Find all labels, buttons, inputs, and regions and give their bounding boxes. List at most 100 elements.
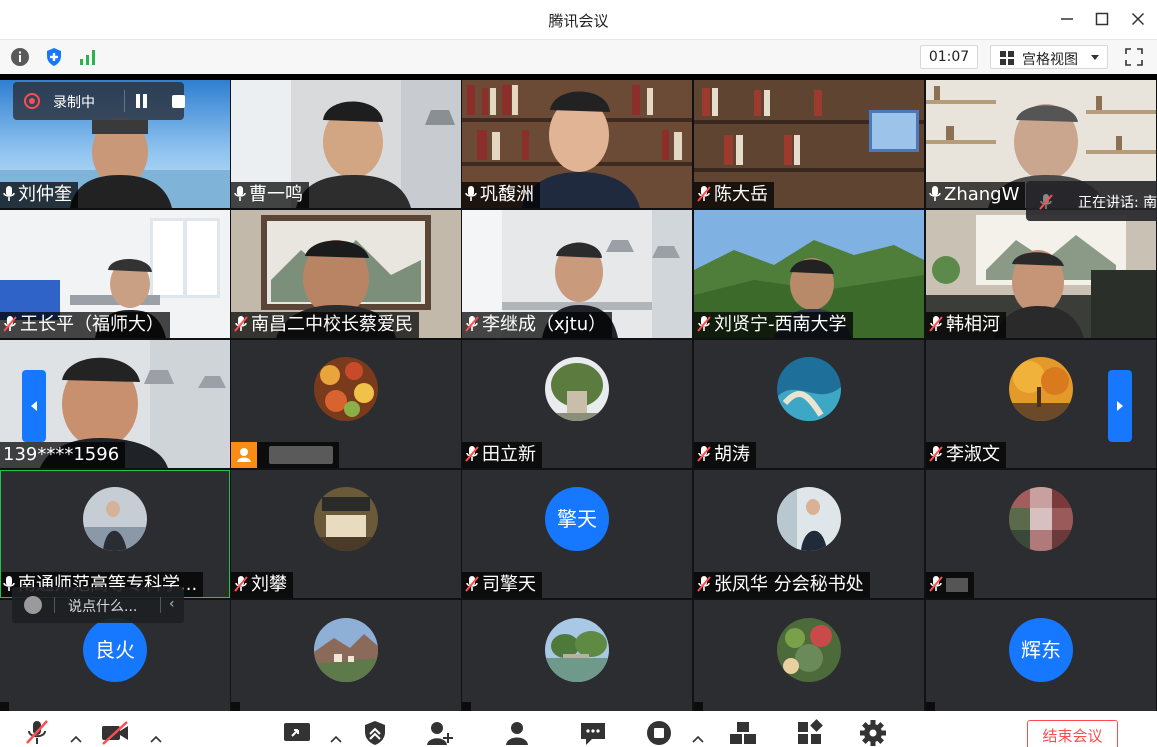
microphone-muted-icon <box>465 574 479 598</box>
video-tile[interactable]: 王长平（福师大） <box>0 210 230 338</box>
stop-video-button[interactable] <box>100 719 130 747</box>
video-tile[interactable]: 南昌二中校长蔡爱民 <box>231 210 461 338</box>
speaking-label: 正在讲话: 南 <box>1078 195 1157 211</box>
microphone-muted-icon <box>929 444 943 468</box>
microphone-muted-icon <box>465 314 479 338</box>
microphone-icon <box>3 184 15 208</box>
grid-view-icon <box>1000 51 1014 65</box>
microphone-muted-icon <box>1038 193 1054 215</box>
participant-avatar <box>1009 357 1073 421</box>
avatar-tile[interactable] <box>231 600 461 711</box>
layout-button[interactable] <box>728 719 758 747</box>
participant-name-tag <box>462 702 471 711</box>
blurred-name <box>946 578 968 592</box>
participant-name-tag: 张凤华 分会秘书处 <box>694 572 870 598</box>
divider <box>160 597 161 613</box>
avatar-tile[interactable]: 刘攀 <box>231 470 461 598</box>
chevron-down-icon <box>1091 55 1099 60</box>
chevron-up-icon[interactable] <box>692 735 704 743</box>
meeting-toolbar: 01:07 宫格视图 <box>0 40 1157 74</box>
signal-strength-icon[interactable] <box>76 45 100 69</box>
stop-recording-button[interactable] <box>172 95 185 108</box>
video-tile[interactable]: 曹一鸣 <box>231 80 461 208</box>
avatar-tile[interactable] <box>462 600 692 711</box>
participant-avatar <box>314 487 378 551</box>
fullscreen-icon[interactable] <box>1122 45 1146 69</box>
avatar-tile[interactable] <box>926 470 1156 598</box>
avatar-tile[interactable]: 辉东 <box>926 600 1156 711</box>
share-screen-button[interactable] <box>282 719 312 747</box>
minimize-button[interactable] <box>1054 8 1080 32</box>
microphone-muted-icon <box>234 574 248 598</box>
participant-name-tag: 巩馥洲 <box>462 182 540 208</box>
video-tile[interactable]: 李继成（xjtu） <box>462 210 692 338</box>
participant-avatar: 良火 <box>83 618 147 682</box>
video-tile[interactable]: 刘贤宁-西南大学 <box>694 210 924 338</box>
participant-name-tag <box>694 702 703 711</box>
avatar-tile[interactable] <box>694 600 924 711</box>
chevron-up-icon[interactable] <box>70 735 82 743</box>
chevron-up-icon[interactable] <box>150 735 162 743</box>
video-tile[interactable]: 韩相河 <box>926 210 1156 338</box>
maximize-button[interactable] <box>1089 8 1115 32</box>
avatar-tile[interactable] <box>231 340 461 468</box>
participant-avatar <box>314 357 378 421</box>
participant-avatar <box>777 618 841 682</box>
microphone-muted-icon <box>234 314 248 338</box>
participant-avatar <box>545 357 609 421</box>
view-mode-dropdown[interactable]: 宫格视图 <box>990 45 1108 69</box>
participant-name-tag: 刘攀 <box>231 572 293 598</box>
close-button[interactable] <box>1125 8 1151 32</box>
record-icon <box>24 93 40 109</box>
microphone-muted-icon <box>697 184 711 208</box>
avatar-tile[interactable]: 张凤华 分会秘书处 <box>694 470 924 598</box>
avatar-tile[interactable]: 田立新 <box>462 340 692 468</box>
apps-button[interactable] <box>795 719 825 747</box>
mute-microphone-button[interactable] <box>22 719 52 747</box>
participant-name-tag <box>926 572 974 598</box>
next-page-button[interactable] <box>1108 370 1132 442</box>
participant-name-tag <box>0 702 9 711</box>
settings-gear-icon[interactable] <box>858 719 888 747</box>
microphone-icon <box>465 184 477 208</box>
security-shield-icon[interactable] <box>360 719 390 747</box>
recording-indicator: 录制中 <box>13 82 185 120</box>
video-tile[interactable]: 陈大岳 <box>694 80 924 208</box>
participant-name-tag: 刘贤宁-西南大学 <box>694 312 853 338</box>
speaking-indicator: 正在讲话: 南 <box>1026 181 1157 221</box>
participant-avatar <box>314 618 378 682</box>
divider <box>124 90 125 112</box>
chat-input-bar[interactable]: 说点什么... ‹ <box>12 587 184 623</box>
microphone-muted-icon <box>3 314 17 338</box>
participant-avatar <box>545 618 609 682</box>
chat-placeholder: 说点什么... <box>68 599 138 615</box>
record-button[interactable] <box>644 719 674 747</box>
end-meeting-button[interactable]: 结束会议 <box>1027 720 1118 747</box>
participant-avatar <box>1009 487 1073 551</box>
chat-button[interactable] <box>578 719 608 747</box>
participants-button[interactable] <box>502 719 532 747</box>
video-tile[interactable]: 巩馥洲 <box>462 80 692 208</box>
invite-button[interactable] <box>424 719 454 747</box>
chevron-up-icon[interactable] <box>330 735 342 743</box>
microphone-muted-icon <box>465 444 479 468</box>
meeting-timer: 01:07 <box>920 45 978 69</box>
chevron-left-icon[interactable]: ‹ <box>169 596 175 612</box>
info-icon[interactable] <box>8 45 32 69</box>
pause-recording-button[interactable] <box>135 94 149 108</box>
participant-avatar: 擎天 <box>545 487 609 551</box>
security-shield-icon[interactable] <box>42 45 66 69</box>
avatar-tile[interactable]: 擎天 司擎天 <box>462 470 692 598</box>
participant-name-tag: 司擎天 <box>462 572 542 598</box>
participant-name-tag: 田立新 <box>462 442 542 468</box>
emoji-icon[interactable] <box>24 596 42 614</box>
participant-name-tag: 胡涛 <box>694 442 756 468</box>
chevron-right-icon <box>1117 401 1123 411</box>
participant-name-tag: 南昌二中校长蔡爱民 <box>231 312 419 338</box>
participant-avatar <box>777 487 841 551</box>
previous-page-button[interactable] <box>22 370 46 442</box>
blurred-name <box>268 446 333 464</box>
participant-name-tag: 王长平（福师大） <box>0 312 170 338</box>
avatar-tile[interactable]: 南通师范高等专科学... <box>0 470 230 598</box>
avatar-tile[interactable]: 胡涛 <box>694 340 924 468</box>
